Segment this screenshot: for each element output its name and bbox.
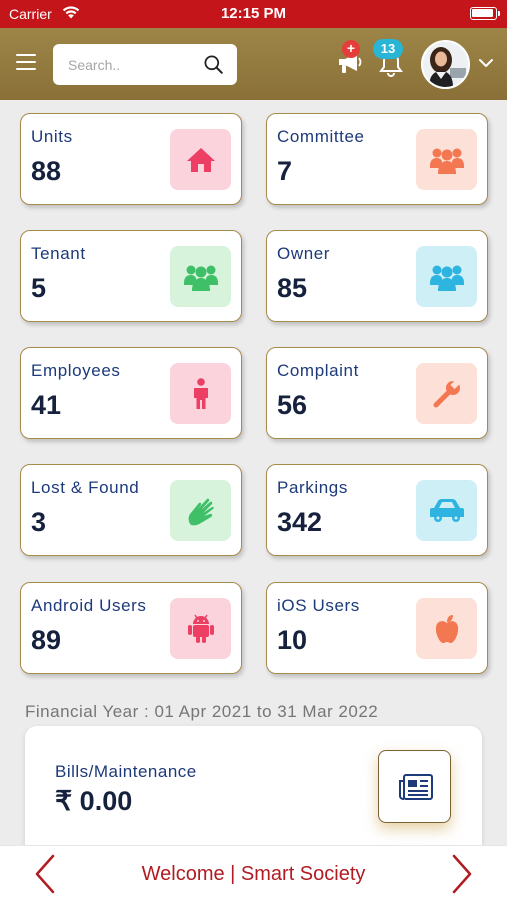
card-icon-tile	[416, 246, 477, 307]
card-label: Complaint	[277, 361, 359, 380]
welcome-text: Welcome | Smart Society	[141, 863, 366, 885]
home-icon	[186, 147, 215, 172]
card-committee[interactable]: Committee 7	[266, 113, 488, 205]
card-icon-tile	[416, 129, 477, 190]
card-label: Tenant	[31, 244, 86, 263]
user-photo-icon	[423, 42, 468, 87]
user-avatar[interactable]	[421, 40, 470, 89]
card-icon-tile	[416, 363, 477, 424]
card-value: 41	[31, 390, 62, 420]
card-icon-tile	[170, 598, 231, 659]
notification-count-badge: 13	[373, 39, 403, 59]
bills-maintenance-card[interactable]: Bills/Maintenance ₹ 0.00	[25, 726, 482, 856]
group-icon	[429, 265, 464, 291]
card-value: 85	[277, 273, 308, 303]
card-label: Lost & Found	[31, 478, 140, 497]
chevron-down-icon[interactable]	[478, 58, 494, 68]
card-parkings[interactable]: Parkings 342	[266, 464, 488, 556]
bills-view-button[interactable]	[378, 750, 451, 823]
card-label: Android Users	[31, 596, 147, 615]
card-label: Employees	[31, 361, 121, 380]
footer-bar: Welcome | Smart Society	[0, 845, 507, 900]
battery-icon	[470, 7, 500, 20]
card-label: Owner	[277, 244, 331, 263]
person-icon	[193, 377, 208, 409]
status-bar: Carrier 12:15 PM	[0, 0, 507, 28]
android-icon	[187, 614, 214, 643]
search-box[interactable]	[53, 44, 237, 85]
card-icon-tile	[170, 246, 231, 307]
card-tenant[interactable]: Tenant 5	[20, 230, 242, 322]
card-value: 10	[277, 625, 308, 655]
arrow-right-icon[interactable]	[450, 854, 474, 894]
search-icon[interactable]	[204, 55, 223, 74]
card-ios-users[interactable]: iOS Users 10	[266, 582, 488, 674]
newspaper-icon	[399, 774, 433, 800]
announcement-badge: +	[342, 40, 360, 58]
card-label: Committee	[277, 127, 365, 146]
card-value: 88	[31, 156, 62, 186]
card-units[interactable]: Units 88	[20, 113, 242, 205]
search-input[interactable]	[53, 44, 203, 85]
card-icon-tile	[170, 129, 231, 190]
card-employees[interactable]: Employees 41	[20, 347, 242, 439]
card-icon-tile	[170, 480, 231, 541]
card-label: Parkings	[277, 478, 348, 497]
app-header: + 13	[0, 28, 507, 100]
card-value: 7	[277, 156, 293, 186]
card-lost-and-found[interactable]: Lost & Found 3	[20, 464, 242, 556]
apple-icon	[435, 614, 458, 643]
card-android-users[interactable]: Android Users 89	[20, 582, 242, 674]
wrench-icon	[433, 379, 460, 407]
hamburger-menu-icon[interactable]	[16, 54, 36, 70]
bills-label: Bills/Maintenance	[55, 762, 197, 781]
card-value: 5	[31, 273, 47, 303]
car-icon	[429, 498, 464, 522]
card-owner[interactable]: Owner 85	[266, 230, 488, 322]
card-icon-tile	[170, 363, 231, 424]
clock: 12:15 PM	[220, 5, 287, 22]
card-value: 89	[31, 625, 62, 655]
hand-icon	[188, 498, 214, 525]
card-value: 56	[277, 390, 308, 420]
card-value: 3	[31, 507, 47, 537]
group-icon	[183, 265, 218, 291]
card-value: 342	[277, 507, 323, 537]
card-label: Units	[31, 127, 73, 146]
bills-amount: ₹ 0.00	[55, 786, 133, 816]
financial-year-label: Financial Year : 01 Apr 2021 to 31 Mar 2…	[25, 702, 379, 721]
card-icon-tile	[416, 598, 477, 659]
card-icon-tile	[416, 480, 477, 541]
group-icon	[429, 148, 464, 174]
card-complaint[interactable]: Complaint 56	[266, 347, 488, 439]
card-label: iOS Users	[277, 596, 360, 615]
